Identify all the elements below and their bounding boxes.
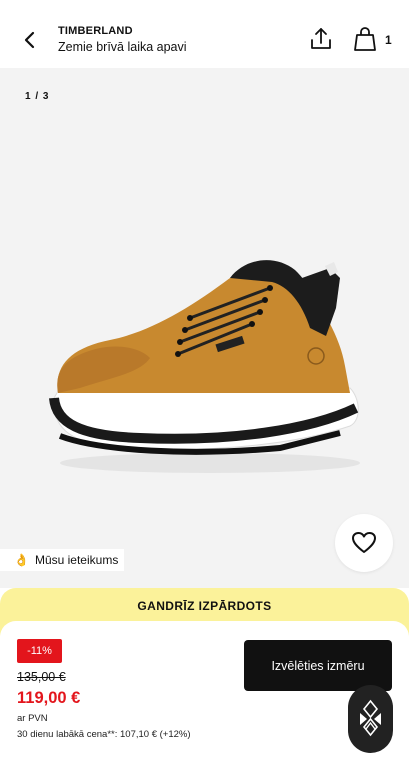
image-page-indicator: 1 / 3	[25, 91, 50, 102]
shopping-bag-button[interactable]	[350, 24, 380, 54]
product-image	[49, 260, 360, 473]
best-price-note: 30 dienu labākā cena**: 107,10 € (+12%)	[17, 729, 191, 740]
product-subtitle: Zemie brīvā laika apavi	[58, 40, 187, 54]
vat-note: ar PVN	[17, 713, 48, 724]
purchase-panel: -11% 135,00 € 119,00 € ar PVN 30 dienu l…	[0, 621, 409, 768]
assistant-logo-icon	[360, 699, 381, 737]
sale-price: 119,00 €	[17, 689, 81, 707]
select-size-button[interactable]: Izvēlēties izmēru	[244, 640, 392, 691]
shopping-bag-icon	[354, 27, 376, 51]
original-price: 135,00 €	[17, 670, 66, 684]
top-bar: TIMBERLAND Zemie brīvā laika apavi 1	[0, 0, 409, 68]
product-image-gallery[interactable]: 1 / 3 👌 Mūsu ieteikums	[0, 68, 409, 588]
low-stock-text: GANDRĪZ IZPĀRDOTS	[137, 599, 272, 613]
share-icon	[311, 28, 331, 49]
chevron-left-icon	[24, 31, 35, 49]
add-to-wishlist-button[interactable]	[335, 514, 393, 572]
discount-badge: -11%	[17, 639, 62, 663]
share-button[interactable]	[306, 24, 336, 54]
product-title: TIMBERLAND Zemie brīvā laika apavi	[58, 25, 187, 56]
heart-icon	[352, 532, 376, 553]
recommendation-badge: 👌 Mūsu ieteikums	[0, 549, 125, 571]
ok-hand-icon: 👌	[14, 553, 29, 567]
back-button[interactable]	[16, 26, 44, 54]
bag-count: 1	[385, 33, 392, 47]
brand-name: TIMBERLAND	[58, 25, 133, 37]
recommendation-label: Mūsu ieteikums	[34, 553, 119, 567]
assistant-button[interactable]	[348, 685, 393, 753]
